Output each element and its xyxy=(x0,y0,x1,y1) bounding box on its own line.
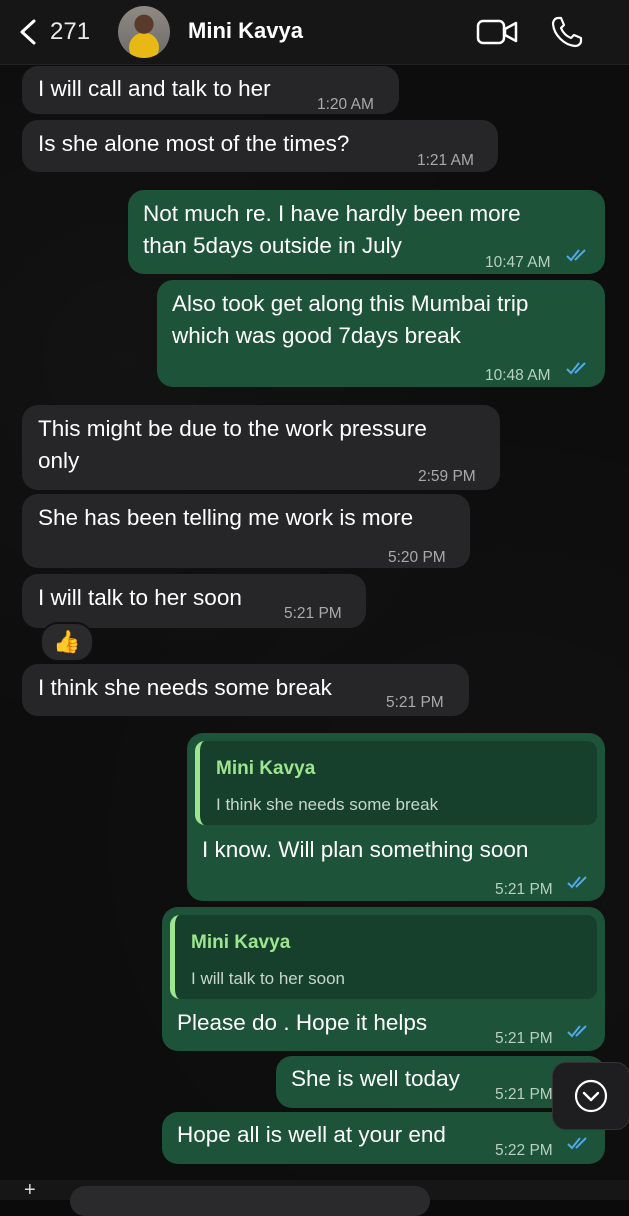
message-text: Also took get along this Mumbai trip whi… xyxy=(172,291,529,348)
message-bubble-outgoing[interactable]: Mini Kavya I think she needs some break … xyxy=(187,733,605,901)
message-bubble-incoming[interactable]: Is she alone most of the times? 1:21 AM xyxy=(22,120,498,172)
message-bubble-incoming[interactable]: I will talk to her soon 5:21 PM xyxy=(22,574,366,628)
avatar[interactable] xyxy=(118,6,170,58)
message-text: Is she alone most of the times? xyxy=(38,131,350,156)
message-bubble-incoming[interactable]: I think she needs some break 5:21 PM xyxy=(22,664,469,716)
message-time: 5:20 PM xyxy=(388,549,446,566)
double-check-icon xyxy=(567,1137,587,1150)
message-time: 5:21 PM xyxy=(495,881,553,898)
message-composer: + xyxy=(0,1180,629,1216)
chat-header: 271 Mini Kavya xyxy=(0,0,629,65)
message-text: She has been telling me work is more xyxy=(38,505,414,530)
message-bubble-outgoing[interactable]: Hope all is well at your end 5:22 PM xyxy=(162,1112,605,1164)
quote-author: Mini Kavya xyxy=(191,932,291,953)
message-input[interactable] xyxy=(70,1186,430,1216)
quote-text: I will talk to her soon xyxy=(191,969,346,988)
message-time: 10:47 AM xyxy=(485,254,551,271)
double-check-icon xyxy=(567,1025,587,1038)
double-check-icon xyxy=(566,362,586,375)
message-time: 1:21 AM xyxy=(417,152,474,169)
message-bubble-incoming[interactable]: This might be due to the work pressure o… xyxy=(22,405,500,490)
quote-text: I think she needs some break xyxy=(216,795,439,814)
message-time: 5:21 PM xyxy=(495,1086,553,1103)
message-time: 10:48 AM xyxy=(485,367,551,384)
unread-count[interactable]: 271 xyxy=(50,18,90,46)
double-check-icon xyxy=(566,249,586,262)
double-check-icon xyxy=(567,876,587,889)
plus-icon[interactable]: + xyxy=(24,1180,36,1200)
message-bubble-incoming[interactable]: She has been telling me work is more 5:2… xyxy=(22,494,470,568)
message-bubble-outgoing[interactable]: Not much re. I have hardly been more tha… xyxy=(128,190,605,274)
message-bubble-incoming[interactable]: I will call and talk to her 1:20 AM xyxy=(22,66,399,114)
message-time: 5:22 PM xyxy=(495,1142,553,1159)
chevron-down-icon xyxy=(574,1079,608,1113)
message-time: 2:59 PM xyxy=(418,468,476,485)
reaction-badge[interactable]: 👍 xyxy=(40,622,94,662)
video-camera-icon[interactable] xyxy=(476,18,518,46)
reply-quote[interactable]: Mini Kavya I will talk to her soon xyxy=(170,915,597,999)
message-bubble-outgoing[interactable]: Mini Kavya I will talk to her soon Pleas… xyxy=(162,907,605,1051)
message-time: 5:21 PM xyxy=(495,1030,553,1047)
message-text: I know. Will plan something soon xyxy=(202,837,529,862)
scroll-to-bottom-button[interactable] xyxy=(552,1062,629,1130)
contact-name[interactable]: Mini Kavya xyxy=(188,18,303,44)
message-time: 5:21 PM xyxy=(284,605,342,622)
chevron-left-icon[interactable] xyxy=(16,18,40,46)
quote-author: Mini Kavya xyxy=(216,758,316,779)
phone-icon[interactable] xyxy=(550,15,584,49)
message-time: 1:20 AM xyxy=(317,96,374,113)
message-time: 5:21 PM xyxy=(386,694,444,711)
reply-quote[interactable]: Mini Kavya I think she needs some break xyxy=(195,741,597,825)
message-bubble-outgoing[interactable]: Also took get along this Mumbai trip whi… xyxy=(157,280,605,387)
